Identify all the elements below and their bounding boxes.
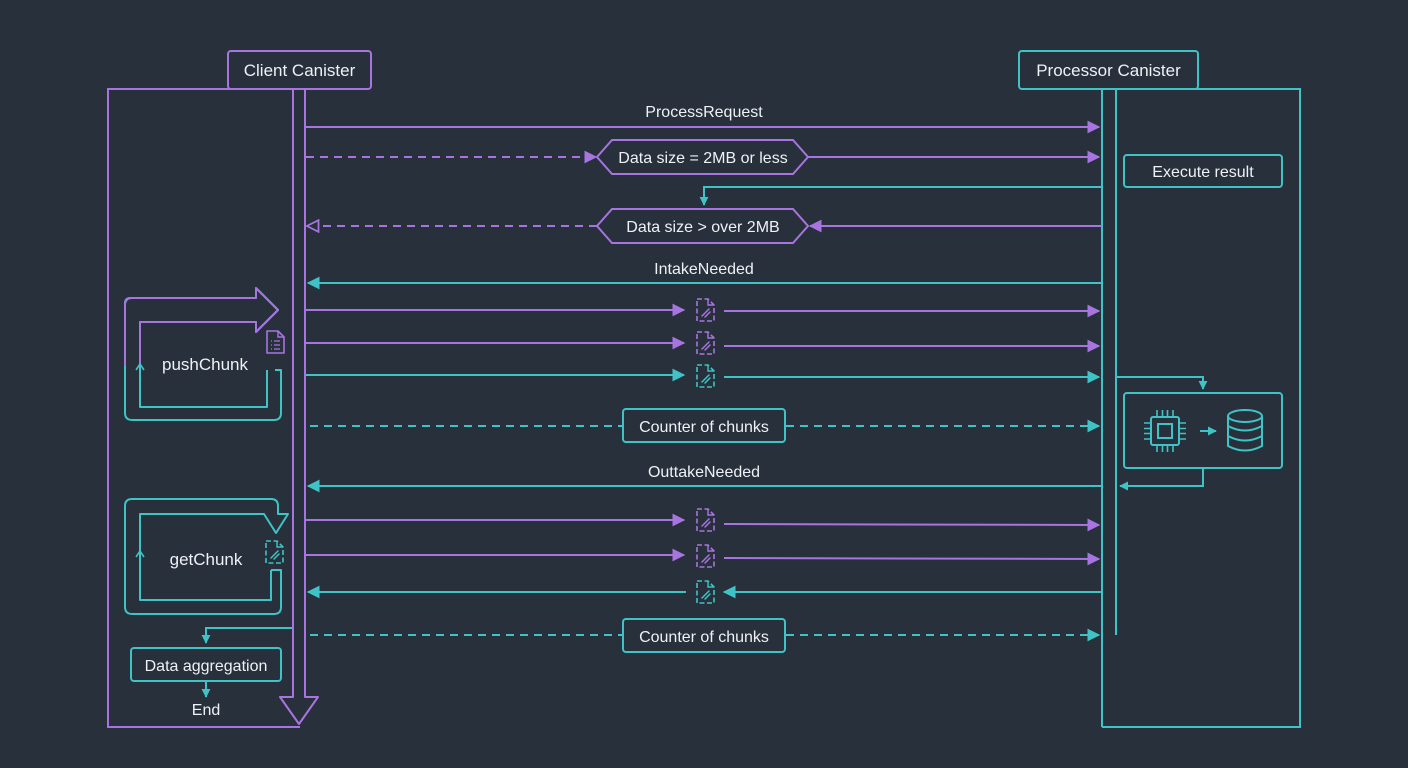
processor-canister-header[interactable]: Processor Canister xyxy=(1018,50,1199,90)
processing-return-arrow xyxy=(1119,468,1204,491)
intake-needed-label: IntakeNeeded xyxy=(654,261,754,278)
process-request-label: ProcessRequest xyxy=(645,104,763,121)
client-canister-header[interactable]: Client Canister xyxy=(227,50,372,90)
processor-lifeline xyxy=(1101,89,1117,727)
client-canister-label: Client Canister xyxy=(244,61,356,80)
get-chunk-forward-1 xyxy=(723,518,1101,532)
aggregation-arrow xyxy=(201,627,292,644)
execute-result-label: Execute result xyxy=(1152,164,1254,181)
processor-canister-label: Processor Canister xyxy=(1036,61,1181,80)
get-chunk-forward-2 xyxy=(723,552,1101,566)
processing-branch-arrow xyxy=(1116,376,1208,390)
file-chunk-icon xyxy=(696,298,715,322)
file-chunk-icon xyxy=(696,364,715,388)
file-list-icon xyxy=(266,330,285,354)
end-label: End xyxy=(192,702,220,719)
data-size-small-condition: Data size = 2MB or less xyxy=(595,139,810,175)
execute-result-box: Execute result xyxy=(1123,154,1283,188)
file-chunk-icon xyxy=(696,580,715,604)
sequence-diagram: Client Canister Processor Canister Proce… xyxy=(107,50,1301,728)
data-size-large-label: Data size > over 2MB xyxy=(626,219,779,236)
counter-of-chunks-box-intake: Counter of chunks xyxy=(622,408,786,443)
data-aggregation-box: Data aggregation xyxy=(130,647,282,682)
file-chunk-icon xyxy=(696,508,715,532)
counter-of-chunks-box-outtake: Counter of chunks xyxy=(622,618,786,653)
file-chunk-icon xyxy=(696,544,715,568)
data-aggregation-label: Data aggregation xyxy=(145,658,268,675)
file-chunk-icon xyxy=(265,540,284,564)
get-chunk-label: getChunk xyxy=(170,550,243,569)
data-size-large-condition: Data size > over 2MB xyxy=(595,208,810,244)
get-chunk-loop: getChunk xyxy=(124,498,289,615)
push-chunk-loop: pushChunk xyxy=(124,287,282,421)
processing-box xyxy=(1123,392,1283,469)
push-chunk-label: pushChunk xyxy=(162,355,249,374)
file-chunk-icon xyxy=(696,331,715,355)
data-size-small-label: Data size = 2MB or less xyxy=(618,150,787,167)
execute-result-return-arrow xyxy=(699,186,1102,206)
outtake-needed-label: OuttakeNeeded xyxy=(648,464,760,481)
counter-intake-label: Counter of chunks xyxy=(639,419,769,436)
counter-outtake-label: Counter of chunks xyxy=(639,629,769,646)
